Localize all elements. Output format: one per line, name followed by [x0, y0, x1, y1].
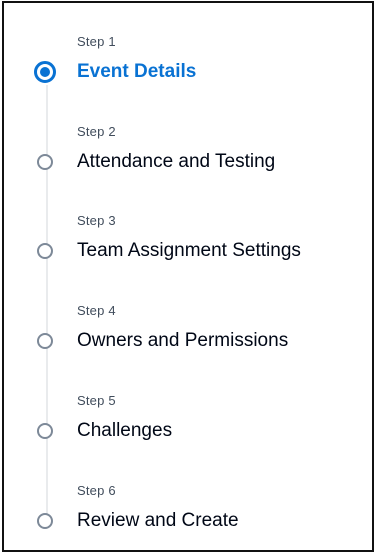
step-link-challenges[interactable]: Challenges	[77, 419, 172, 443]
wizard-step-1[interactable]: Step 1 Event Details	[4, 34, 372, 104]
step-index-label: Step 5	[77, 393, 116, 408]
step-link-review-and-create[interactable]: Review and Create	[77, 509, 239, 533]
step-link-owners-and-permissions[interactable]: Owners and Permissions	[77, 329, 288, 353]
step-circle-icon	[37, 154, 53, 170]
step-index-label: Step 2	[77, 124, 116, 139]
step-link-event-details[interactable]: Event Details	[77, 60, 196, 84]
step-index-label: Step 1	[77, 34, 116, 49]
wizard-step-5[interactable]: Step 5 Challenges	[4, 393, 372, 463]
step-index-label: Step 4	[77, 303, 116, 318]
step-link-attendance-and-testing[interactable]: Attendance and Testing	[77, 150, 275, 174]
step-circle-icon	[37, 423, 53, 439]
screenshot-frame: Step 1 Event Details Step 2 Attendance a…	[2, 1, 374, 552]
step-link-team-assignment-settings[interactable]: Team Assignment Settings	[77, 239, 301, 263]
wizard-step-4[interactable]: Step 4 Owners and Permissions	[4, 303, 372, 373]
step-circle-icon	[37, 333, 53, 349]
step-index-label: Step 3	[77, 213, 116, 228]
wizard-step-3[interactable]: Step 3 Team Assignment Settings	[4, 213, 372, 283]
step-index-label: Step 6	[77, 483, 116, 498]
wizard-step-2[interactable]: Step 2 Attendance and Testing	[4, 124, 372, 194]
wizard-step-navigation: Step 1 Event Details Step 2 Attendance a…	[4, 3, 372, 550]
step-circle-icon	[37, 513, 53, 529]
step-circle-icon	[37, 243, 53, 259]
active-step-radio-icon	[34, 61, 56, 83]
wizard-step-6[interactable]: Step 6 Review and Create	[4, 483, 372, 553]
